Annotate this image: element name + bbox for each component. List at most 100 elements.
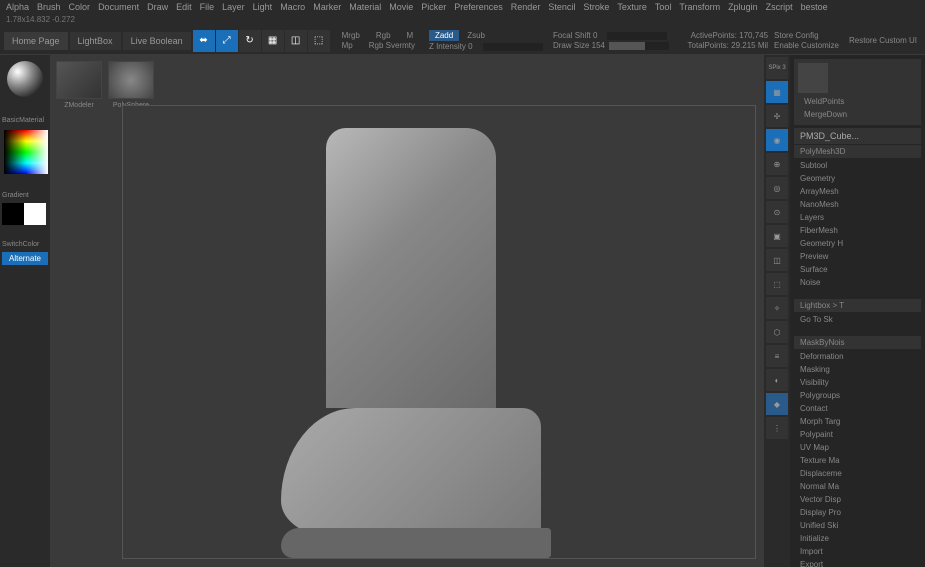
- restore-ui[interactable]: Restore Custom UI: [845, 36, 921, 45]
- spix-button[interactable]: SPix 3: [766, 57, 788, 79]
- menu-stroke[interactable]: Stroke: [583, 2, 609, 13]
- tool2-icon[interactable]: ◫: [285, 30, 307, 52]
- panel-geometry[interactable]: Geometry: [794, 172, 921, 185]
- panel-surface[interactable]: Surface: [794, 263, 921, 276]
- menu-layer[interactable]: Layer: [222, 2, 245, 13]
- color-picker[interactable]: [4, 130, 48, 174]
- lightbox-button[interactable]: LightBox: [70, 32, 121, 50]
- panel-subtool[interactable]: Subtool: [794, 159, 921, 172]
- menu-alpha[interactable]: Alpha: [6, 2, 29, 13]
- panel-vector-disp[interactable]: Vector Disp: [794, 493, 921, 506]
- store-config[interactable]: Store Config: [770, 31, 843, 40]
- rt-btn-tansp[interactable]: ◐: [766, 369, 788, 391]
- panel-export[interactable]: Export: [794, 558, 921, 567]
- menu-movie[interactable]: Movie: [389, 2, 413, 13]
- menu-tool[interactable]: Tool: [655, 2, 672, 13]
- panel-noise[interactable]: Noise: [794, 276, 921, 289]
- swatch-white[interactable]: [24, 203, 46, 225]
- mergedown[interactable]: MergeDown: [798, 108, 917, 121]
- panel-layers[interactable]: Layers: [794, 211, 921, 224]
- menu-transform[interactable]: Transform: [679, 2, 720, 13]
- panel-masking[interactable]: Masking: [794, 363, 921, 376]
- rt-btn-2[interactable]: ✢: [766, 105, 788, 127]
- maskbynoise[interactable]: MaskByNois: [794, 336, 921, 349]
- drawsize-slider[interactable]: [609, 42, 669, 50]
- panel-morph-targ[interactable]: Morph Targ: [794, 415, 921, 428]
- m-label[interactable]: M: [403, 31, 418, 40]
- focal-slider[interactable]: [607, 32, 667, 40]
- menu-edit[interactable]: Edit: [176, 2, 192, 13]
- zintensity-slider[interactable]: [483, 43, 543, 51]
- menu-zscript[interactable]: Zscript: [766, 2, 793, 13]
- panel-import[interactable]: Import: [794, 545, 921, 558]
- mrgb-label[interactable]: Mrgb: [338, 31, 364, 40]
- rt-btn-8[interactable]: ◫: [766, 249, 788, 271]
- menu-document[interactable]: Document: [98, 2, 139, 13]
- rt-btn-14[interactable]: ◆: [766, 393, 788, 415]
- rt-btn-4[interactable]: ⊕: [766, 153, 788, 175]
- menu-file[interactable]: File: [200, 2, 215, 13]
- alternate-button[interactable]: Alternate: [2, 252, 48, 265]
- panel-displaceme[interactable]: Displaceme: [794, 467, 921, 480]
- rgb-label[interactable]: Rgb: [372, 31, 395, 40]
- menu-marker[interactable]: Marker: [313, 2, 341, 13]
- menu-preferences[interactable]: Preferences: [454, 2, 503, 13]
- weld-thumb[interactable]: [798, 63, 828, 93]
- panel-unified-ski[interactable]: Unified Ski: [794, 519, 921, 532]
- panel-arraymesh[interactable]: ArrayMesh: [794, 185, 921, 198]
- home-button[interactable]: Home Page: [4, 32, 68, 50]
- menu-stencil[interactable]: Stencil: [548, 2, 575, 13]
- rt-btn-10[interactable]: ✧: [766, 297, 788, 319]
- rt-btn-3[interactable]: ◉: [766, 129, 788, 151]
- rt-btn-linefill[interactable]: ≡: [766, 345, 788, 367]
- menu-bestoe[interactable]: bestoe: [801, 2, 828, 13]
- lightbox-tools[interactable]: Lightbox > T: [794, 299, 921, 312]
- panel-initialize[interactable]: Initialize: [794, 532, 921, 545]
- panel-display-pro[interactable]: Display Pro: [794, 506, 921, 519]
- material-preview[interactable]: [7, 61, 43, 97]
- zsub-button[interactable]: Zsub: [463, 31, 489, 40]
- rt-btn-15[interactable]: ⋮: [766, 417, 788, 439]
- panel-fibermesh[interactable]: FiberMesh: [794, 224, 921, 237]
- panel-uv-map[interactable]: UV Map: [794, 441, 921, 454]
- switchcolor-label[interactable]: SwitchColor: [2, 241, 48, 248]
- menu-color[interactable]: Color: [69, 2, 91, 13]
- menu-draw[interactable]: Draw: [147, 2, 168, 13]
- menu-texture[interactable]: Texture: [617, 2, 647, 13]
- zadd-button[interactable]: Zadd: [429, 30, 459, 41]
- live-boolean-button[interactable]: Live Boolean: [123, 32, 191, 50]
- panel-polygroups[interactable]: Polygroups: [794, 389, 921, 402]
- move-icon[interactable]: ⬌: [193, 30, 215, 52]
- menu-picker[interactable]: Picker: [421, 2, 446, 13]
- panel-nanomesh[interactable]: NanoMesh: [794, 198, 921, 211]
- panel-geometry-h[interactable]: Geometry H: [794, 237, 921, 250]
- menu-brush[interactable]: Brush: [37, 2, 61, 13]
- rt-btn-actnr[interactable]: ▣: [766, 225, 788, 247]
- menu-macro[interactable]: Macro: [280, 2, 305, 13]
- panel-normal-ma[interactable]: Normal Ma: [794, 480, 921, 493]
- polysphere-thumb[interactable]: [108, 61, 154, 99]
- rotate-icon[interactable]: ↻: [239, 30, 261, 52]
- tool-icon[interactable]: ▦: [262, 30, 284, 52]
- polymesh3d[interactable]: PolyMesh3D: [794, 145, 921, 158]
- enable-customize[interactable]: Enable Customize: [770, 41, 843, 50]
- panel-preview[interactable]: Preview: [794, 250, 921, 263]
- panel-contact[interactable]: Contact: [794, 402, 921, 415]
- rt-btn-5[interactable]: ◎: [766, 177, 788, 199]
- panel-visibility[interactable]: Visibility: [794, 376, 921, 389]
- weldpoints[interactable]: WeldPoints: [798, 95, 917, 108]
- menu-zplugin[interactable]: Zplugin: [728, 2, 758, 13]
- viewport[interactable]: [122, 105, 756, 559]
- scale-icon[interactable]: ⤢: [216, 30, 238, 52]
- swatch-black[interactable]: [2, 203, 24, 225]
- tool3-icon[interactable]: ⬚: [308, 30, 330, 52]
- panel-deformation[interactable]: Deformation: [794, 350, 921, 363]
- rt-btn-1[interactable]: ▦: [766, 81, 788, 103]
- rt-btn-6[interactable]: ⊙: [766, 201, 788, 223]
- rt-btn-11[interactable]: ⬡: [766, 321, 788, 343]
- panel-texture-ma[interactable]: Texture Ma: [794, 454, 921, 467]
- menu-render[interactable]: Render: [511, 2, 541, 13]
- zmodeler-thumb[interactable]: [56, 61, 102, 99]
- rt-btn-frame[interactable]: ⬚: [766, 273, 788, 295]
- gotoski[interactable]: Go To Sk: [794, 313, 921, 326]
